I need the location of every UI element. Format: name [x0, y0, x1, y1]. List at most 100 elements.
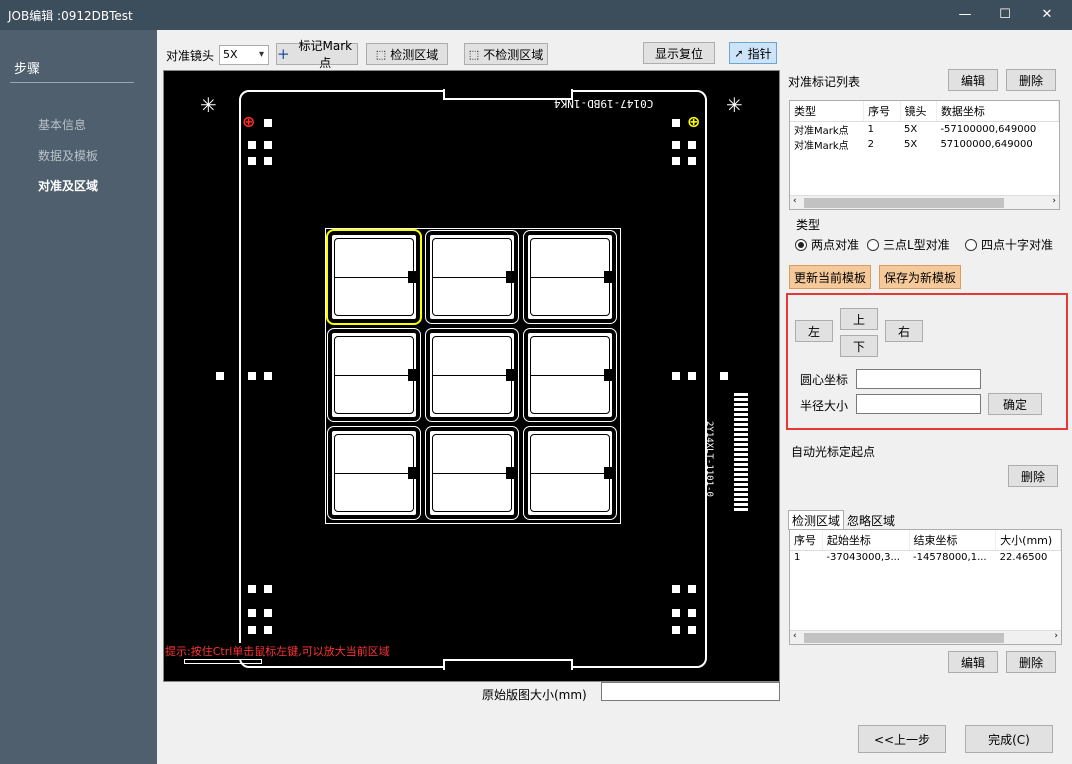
- tab-detect-region[interactable]: 检测区域: [788, 510, 845, 530]
- pad: [248, 585, 256, 593]
- select-region-icon: ⬚: [375, 47, 387, 61]
- pad: [672, 157, 680, 165]
- pad: [672, 141, 680, 149]
- panel-cell[interactable]: [425, 426, 519, 520]
- maximize-button[interactable]: ☐: [990, 4, 1020, 26]
- previous-step-button[interactable]: <<上一步: [858, 725, 946, 753]
- move-left-button[interactable]: 左: [795, 320, 833, 342]
- radio-three-point-l[interactable]: 三点L型对准: [867, 236, 950, 253]
- step-data-template[interactable]: 数据及模板: [38, 147, 98, 164]
- column-header[interactable]: 序号: [790, 530, 823, 551]
- lens-select[interactable]: 5X ▾: [219, 45, 269, 65]
- type-group-title: 类型: [796, 218, 821, 232]
- detect-region-button[interactable]: ⬚ 检测区域: [366, 43, 448, 65]
- radio-label: 两点对准: [811, 238, 860, 252]
- panel-cell[interactable]: [327, 426, 421, 520]
- radio-dot: [795, 238, 807, 251]
- center-coord-input[interactable]: [856, 369, 981, 389]
- panel-cell[interactable]: [523, 230, 617, 324]
- table-cell: -14578000,1...: [913, 552, 987, 564]
- pointer-button[interactable]: ➚ 指针: [729, 42, 777, 64]
- pad: [688, 372, 696, 380]
- table-cell: 对准Mark点: [794, 126, 849, 137]
- mark-delete-button[interactable]: 删除: [1006, 69, 1056, 91]
- step-alignment-region[interactable]: 对准及区域: [38, 177, 98, 194]
- radio-four-point-cross[interactable]: 四点十字对准: [965, 236, 1053, 253]
- pad: [264, 157, 272, 165]
- horizontal-scrollbar[interactable]: ‹ ›: [790, 195, 1059, 209]
- asterisk-icon: ✳: [200, 93, 217, 117]
- minimize-button[interactable]: —: [950, 4, 980, 26]
- column-header[interactable]: 起始坐标: [822, 530, 910, 551]
- finish-button[interactable]: 完成(C): [965, 725, 1053, 753]
- steps-sidebar: 步骤 基本信息 数据及模板 对准及区域: [0, 30, 157, 764]
- panel-cell[interactable]: [523, 328, 617, 422]
- move-down-button[interactable]: 下: [840, 335, 878, 357]
- table-row[interactable]: 对准Mark点 2 5X 57100000,649000: [790, 137, 1059, 152]
- pointer-arrow-icon: ➚: [734, 46, 744, 60]
- scroll-thumb[interactable]: [804, 633, 1004, 643]
- scroll-thumb[interactable]: [804, 198, 1004, 208]
- pad: [248, 157, 256, 165]
- region-table[interactable]: 序号 起始坐标 结束坐标 大小(mm) 1 -37043000,3... -14…: [789, 529, 1062, 645]
- tab-ignore-region[interactable]: 忽略区域: [844, 511, 898, 530]
- table-row[interactable]: 1 -37043000,3... -14578000,1... 22.46500: [790, 551, 1061, 565]
- radio-label: 三点L型对准: [883, 238, 950, 252]
- radio-two-point[interactable]: 两点对准: [795, 236, 859, 253]
- column-header[interactable]: 结束坐标: [909, 530, 997, 551]
- mark-point-button[interactable]: + 标记Mark点: [276, 39, 358, 70]
- scroll-left-icon[interactable]: ‹: [793, 631, 797, 641]
- column-header[interactable]: 大小(mm): [995, 530, 1061, 551]
- horizontal-scrollbar[interactable]: ‹ ›: [790, 630, 1061, 644]
- sidebar-divider: [10, 82, 134, 83]
- radius-label: 半径大小: [800, 399, 849, 413]
- board-canvas[interactable]: ✳ ✳ C0147-19BD-1NK4 ⊕ ⊕ 2Y14XLT-1101-0 提…: [163, 70, 780, 682]
- pad: [672, 372, 680, 380]
- original-size-field: [601, 682, 780, 701]
- pad: [688, 157, 696, 165]
- table-cell: 1: [794, 552, 801, 564]
- table-cell: 5X: [904, 139, 918, 150]
- radio-dot: [965, 238, 977, 251]
- mark-list-table[interactable]: 类型 序号 镜头 数据坐标 对准Mark点 1 5X -57100000,649…: [789, 100, 1060, 210]
- column-header[interactable]: 类型: [790, 101, 865, 122]
- title-bar: JOB编辑 :0912DBTest — ☐ ✕: [0, 0, 1072, 30]
- table-row[interactable]: 对准Mark点 1 5X -57100000,649000: [790, 122, 1059, 137]
- pad: [264, 609, 272, 617]
- window-title: JOB编辑 :0912DBTest: [8, 9, 133, 23]
- no-detect-region-button[interactable]: ⬚ 不检测区域: [464, 43, 548, 65]
- table-cell: 5X: [904, 124, 918, 135]
- move-up-button[interactable]: 上: [840, 308, 878, 330]
- column-header[interactable]: 序号: [863, 101, 901, 122]
- panel-cell[interactable]: [425, 230, 519, 324]
- confirm-button[interactable]: 确定: [988, 393, 1042, 415]
- panel-cell[interactable]: [523, 426, 617, 520]
- move-right-button[interactable]: 右: [885, 320, 923, 342]
- column-header[interactable]: 镜头: [900, 101, 937, 122]
- table-cell: 对准Mark点: [794, 141, 849, 152]
- region-delete-button[interactable]: 删除: [1006, 651, 1056, 673]
- save-new-template-button[interactable]: 保存为新模板: [879, 265, 961, 289]
- barcode: [734, 393, 748, 513]
- column-header[interactable]: 数据坐标: [936, 101, 1059, 122]
- close-button[interactable]: ✕: [1032, 4, 1062, 26]
- reset-view-button[interactable]: 显示复位: [643, 42, 715, 64]
- mark-edit-button[interactable]: 编辑: [948, 69, 998, 91]
- panel-cell[interactable]: [326, 229, 422, 325]
- asterisk-icon: ✳: [726, 93, 743, 117]
- scroll-right-icon[interactable]: ›: [1052, 196, 1056, 206]
- auto-origin-label: 自动光标定起点: [791, 445, 876, 459]
- table-cell: 2: [867, 139, 874, 150]
- step-basic-info[interactable]: 基本信息: [38, 116, 86, 133]
- scroll-right-icon[interactable]: ›: [1054, 631, 1058, 641]
- update-template-button[interactable]: 更新当前模板: [789, 265, 871, 289]
- table-cell: -57100000,649000: [940, 124, 1037, 135]
- radius-input[interactable]: [856, 394, 981, 414]
- panel-cell[interactable]: [327, 328, 421, 422]
- auto-origin-delete-button[interactable]: 删除: [1008, 465, 1058, 487]
- panel-cell[interactable]: [425, 328, 519, 422]
- pad: [264, 585, 272, 593]
- region-edit-button[interactable]: 编辑: [948, 651, 998, 673]
- pointer-label: 指针: [747, 46, 772, 61]
- scroll-left-icon[interactable]: ‹: [793, 196, 797, 206]
